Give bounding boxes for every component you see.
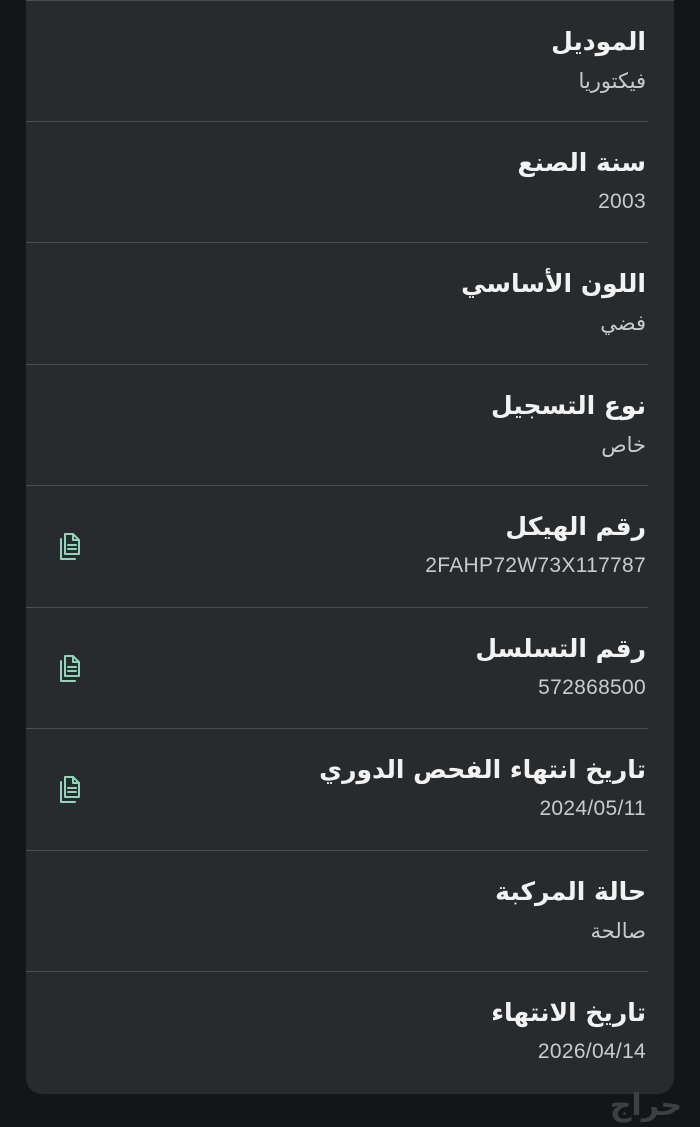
vehicle-details-card: الموديل فيكتوريا سنة الصنع 2003 اللون ال…	[26, 0, 674, 1094]
vin-value: 2FAHP72W73X117787	[425, 554, 646, 577]
detail-row-model: الموديل فيكتوريا	[26, 0, 674, 122]
registration-type-label: نوع التسجيل	[491, 390, 646, 420]
detail-row-year: سنة الصنع 2003	[26, 122, 674, 243]
inspection-expiry-label: تاريخ انتهاء الفحص الدوري	[319, 755, 646, 784]
copy-serial-button[interactable]	[52, 648, 92, 688]
copy-icon	[60, 776, 80, 803]
detail-row-color: اللون الأساسي فضي	[26, 243, 674, 365]
detail-row-inspection-expiry: تاريخ انتهاء الفحص الدوري 2024/05/11	[26, 729, 674, 851]
detail-row-vin: رقم الهيكل 2FAHP72W73X117787	[26, 486, 674, 608]
copy-vin-button[interactable]	[52, 526, 92, 566]
serial-label: رقم التسلسل	[475, 633, 646, 663]
model-value: فيكتوريا	[578, 69, 646, 93]
vehicle-status-label: حالة المركبة	[495, 876, 646, 906]
copy-icon	[60, 533, 80, 560]
expiry-label: تاريخ الانتهاء	[491, 998, 646, 1027]
haraj-watermark: حراج	[609, 1088, 682, 1123]
inspection-expiry-value: 2024/05/11	[539, 797, 646, 820]
detail-row-expiry: تاريخ الانتهاء 2026/04/14	[26, 972, 674, 1094]
detail-row-serial: رقم التسلسل 572868500	[26, 608, 674, 729]
color-label: اللون الأساسي	[461, 269, 646, 298]
expiry-value: 2026/04/14	[537, 1040, 646, 1063]
detail-row-registration-type: نوع التسجيل خاص	[26, 365, 674, 486]
color-value: فضي	[600, 311, 646, 335]
copy-icon	[60, 654, 80, 682]
vin-label: رقم الهيكل	[505, 512, 646, 541]
copy-inspection-expiry-button[interactable]	[52, 769, 92, 809]
year-value: 2003	[598, 189, 646, 213]
serial-value: 572868500	[538, 675, 646, 699]
model-label: الموديل	[551, 27, 646, 56]
detail-row-vehicle-status: حالة المركبة صالحة	[26, 851, 674, 972]
details-list: الموديل فيكتوريا سنة الصنع 2003 اللون ال…	[26, 0, 674, 1094]
year-label: سنة الصنع	[517, 147, 646, 177]
registration-type-value: خاص	[601, 432, 646, 457]
vehicle-status-value: صالحة	[590, 918, 646, 943]
